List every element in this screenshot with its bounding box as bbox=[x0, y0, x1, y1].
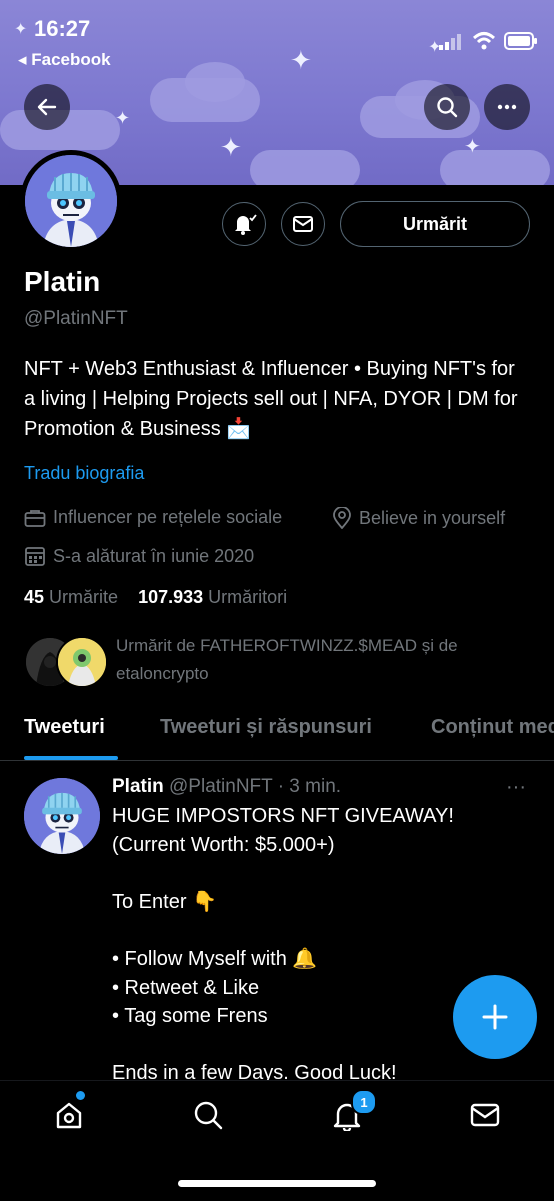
avatar bbox=[56, 636, 108, 688]
followed-by-text[interactable]: Urmărit de FATHEROFTWINZZ.$MEAD și de et… bbox=[116, 632, 536, 688]
nav-messages[interactable] bbox=[467, 1097, 503, 1133]
tweet-time: · 3 min. bbox=[277, 776, 342, 797]
plus-icon bbox=[482, 1004, 508, 1030]
tweet-author-handle[interactable]: @PlatinNFT bbox=[169, 776, 272, 797]
followers-link[interactable]: 107.933 Urmăritori bbox=[138, 587, 287, 607]
follow-counts: 45 Urmărite 107.933 Urmăritori bbox=[24, 587, 287, 608]
profile-location-text: Believe in yourself bbox=[359, 507, 506, 528]
back-to-app-link[interactable]: ◂ Facebook bbox=[18, 50, 111, 70]
more-options-button[interactable] bbox=[484, 84, 530, 130]
profile-bio: NFT + Web3 Enthusiast & Influencer • Buy… bbox=[24, 358, 518, 440]
notification-subscribe-button[interactable] bbox=[222, 202, 266, 246]
tweet-author-name[interactable]: Platin bbox=[112, 776, 164, 797]
following-count: 45 bbox=[24, 587, 45, 607]
home-unread-dot bbox=[76, 1091, 85, 1100]
following-button[interactable]: Urmărit bbox=[340, 201, 530, 247]
search-icon bbox=[437, 97, 458, 118]
tab-tweets[interactable]: Tweeturi bbox=[24, 716, 105, 739]
compose-tweet-button[interactable] bbox=[453, 975, 537, 1059]
followers-label: Urmăritori bbox=[208, 587, 288, 607]
profile-handle: @PlatinNFT bbox=[24, 308, 128, 329]
profile-joined: S-a alăturat în iunie 2020 bbox=[24, 545, 254, 567]
search-icon bbox=[194, 1101, 223, 1130]
mail-icon bbox=[293, 216, 313, 232]
mail-icon bbox=[470, 1103, 500, 1127]
search-button[interactable] bbox=[424, 84, 470, 130]
avatar[interactable] bbox=[25, 155, 117, 247]
tweet-header: Platin @PlatinNFT · 3 min. bbox=[112, 776, 341, 798]
location-icon bbox=[333, 507, 351, 529]
calendar-icon bbox=[25, 547, 45, 566]
nav-home[interactable] bbox=[51, 1091, 87, 1133]
home-icon bbox=[56, 1102, 82, 1129]
following-link[interactable]: 45 Urmărite bbox=[24, 587, 118, 607]
bell-subscribe-icon bbox=[235, 214, 257, 235]
followed-by-avatars[interactable] bbox=[24, 636, 108, 688]
nav-search[interactable] bbox=[190, 1097, 226, 1133]
message-button[interactable] bbox=[281, 202, 325, 246]
followers-count: 107.933 bbox=[138, 587, 204, 607]
tab-tweets-and-replies[interactable]: Tweeturi și răspunsuri bbox=[160, 716, 372, 739]
briefcase-icon bbox=[24, 509, 46, 527]
profile-joined-text: S-a alăturat în iunie 2020 bbox=[53, 545, 255, 566]
tweet-avatar[interactable] bbox=[24, 778, 100, 854]
profile-name: Platin bbox=[24, 266, 101, 297]
notifications-badge: 1 bbox=[351, 1089, 377, 1115]
following-label: Urmărite bbox=[49, 587, 119, 607]
more-icon bbox=[497, 104, 517, 110]
translate-bio-link[interactable]: Tradu biografia bbox=[24, 463, 144, 484]
status-time: 16:27 bbox=[34, 16, 91, 41]
back-button[interactable] bbox=[24, 84, 70, 130]
tab-media[interactable]: Conținut media bbox=[431, 716, 554, 739]
profile-category-text: Influencer pe rețelele sociale bbox=[53, 507, 283, 527]
active-tab-indicator bbox=[24, 756, 118, 760]
home-indicator bbox=[178, 1180, 376, 1187]
tweet-more-icon[interactable]: ··· bbox=[506, 776, 526, 799]
nav-notifications[interactable]: 1 bbox=[329, 1089, 377, 1133]
profile-location: Believe in yourself bbox=[332, 507, 505, 529]
signal-icon bbox=[439, 34, 461, 55]
profile-tabs: Tweeturi Tweeturi și răspunsuri Conținut… bbox=[0, 710, 554, 761]
battery-icon bbox=[504, 32, 538, 55]
back-arrow-icon bbox=[37, 98, 57, 116]
wifi-icon bbox=[472, 31, 496, 56]
profile-category: Influencer pe rețelele sociale bbox=[24, 507, 282, 528]
